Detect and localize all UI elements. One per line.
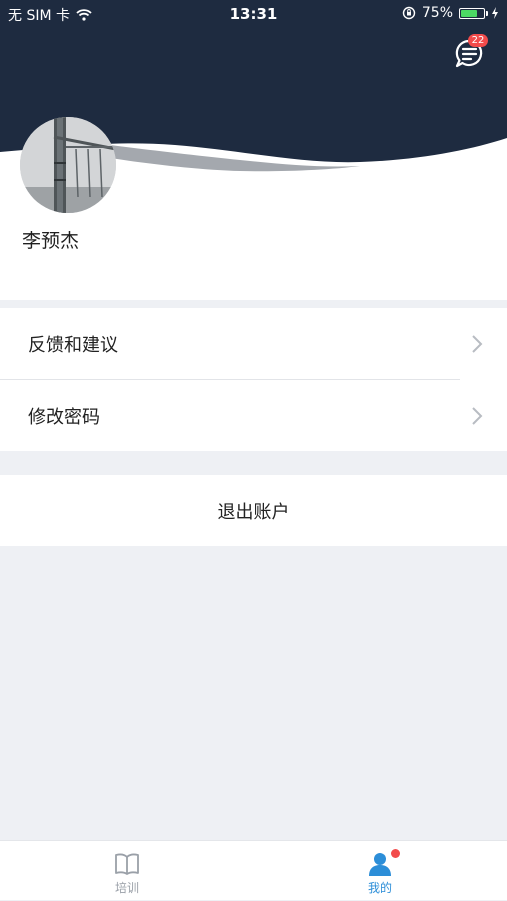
tab-bar: 培训 我的 bbox=[0, 840, 507, 900]
avatar[interactable] bbox=[20, 117, 116, 213]
orientation-lock-icon bbox=[402, 6, 416, 20]
status-bar: 无 SIM 卡 13:31 75% bbox=[0, 0, 507, 28]
chevron-right-icon bbox=[472, 335, 483, 353]
menu-item-label: 修改密码 bbox=[28, 406, 100, 428]
tab-training[interactable]: 培训 bbox=[67, 841, 187, 901]
messages-button[interactable]: 22 bbox=[452, 34, 490, 72]
profile-name: 李预杰 bbox=[22, 230, 80, 252]
settings-menu: 反馈和建议 修改密码 bbox=[0, 308, 507, 451]
logout-label: 退出账户 bbox=[217, 501, 290, 523]
person-icon bbox=[369, 853, 391, 876]
charging-bolt-icon bbox=[492, 7, 498, 19]
battery-level-fill bbox=[461, 9, 477, 17]
tab-label: 我的 bbox=[367, 881, 392, 895]
chevron-right-icon bbox=[472, 407, 483, 425]
tab-label: 培训 bbox=[114, 881, 139, 895]
message-count-badge: 22 bbox=[468, 34, 488, 47]
menu-item-feedback[interactable]: 反馈和建议 bbox=[0, 308, 507, 380]
menu-item-label: 反馈和建议 bbox=[28, 334, 118, 356]
avatar-photo bbox=[20, 117, 116, 213]
profile-header: 无 SIM 卡 13:31 75% 22 李预杰 bbox=[0, 0, 507, 300]
battery-percent: 75% bbox=[421, 5, 453, 21]
notification-dot bbox=[391, 849, 400, 858]
battery-icon bbox=[459, 7, 488, 19]
logout-button[interactable]: 退出账户 bbox=[0, 475, 507, 546]
menu-item-change-password[interactable]: 修改密码 bbox=[0, 380, 507, 451]
book-icon bbox=[115, 853, 139, 875]
tab-mine[interactable]: 我的 bbox=[320, 841, 440, 901]
